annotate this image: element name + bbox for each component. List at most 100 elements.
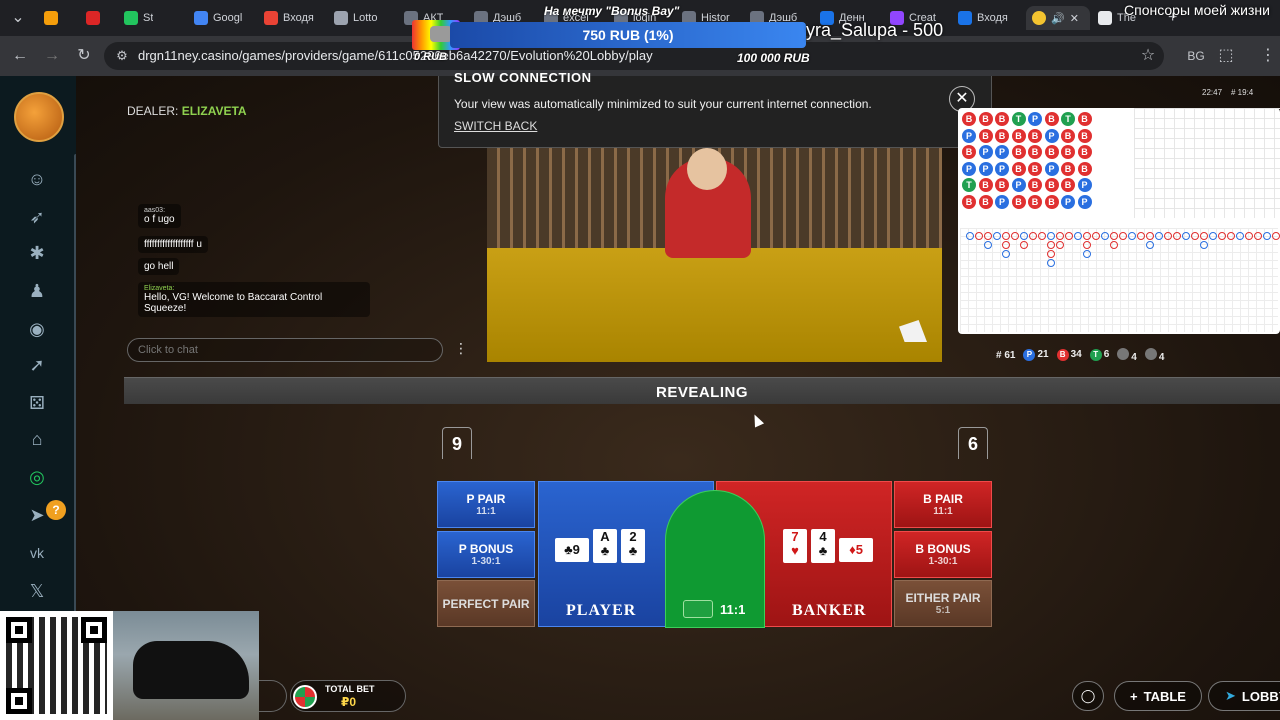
tab-2[interactable]: St	[124, 6, 153, 30]
bead-p: P	[962, 128, 976, 143]
tab-4[interactable]: Входя	[264, 6, 314, 30]
grenade-icon[interactable]: ◉	[24, 316, 50, 342]
chat-username: Elizaveta:	[144, 285, 175, 292]
lobby-button[interactable]: ➤ LOBBY	[1208, 681, 1280, 711]
bead-p: P	[1061, 194, 1075, 209]
tab-5[interactable]: Lotto	[334, 6, 377, 30]
chat-input[interactable]	[127, 338, 443, 362]
favicon-icon	[86, 11, 100, 25]
bead-p: P	[1077, 178, 1092, 192]
tab-active[interactable]: 🔊 ✕	[1026, 6, 1090, 30]
qr-eye	[6, 617, 32, 643]
road-ring	[1137, 232, 1145, 240]
clock: 22:47	[1202, 88, 1223, 97]
road-ring	[1002, 232, 1010, 240]
bookmark-star-icon[interactable]: ☆	[1136, 44, 1160, 68]
big-road	[960, 228, 1280, 332]
site-info-icon[interactable]: ⚙	[110, 44, 134, 68]
forward-icon[interactable]: →	[40, 44, 64, 68]
tab-search-icon[interactable]: ⌄	[6, 6, 30, 30]
bet-label: P PAIR	[466, 492, 506, 506]
smile-icon[interactable]: ☺	[24, 166, 50, 192]
switch-back-link[interactable]: SWITCH BACK	[454, 119, 537, 133]
bead-b: B	[978, 112, 993, 126]
shop-icon[interactable]: ⌂	[24, 426, 50, 452]
bead-p: P	[978, 145, 993, 159]
road-ring	[1155, 232, 1163, 240]
qr-eye	[81, 617, 107, 643]
dice-icon[interactable]: ⚄	[24, 390, 50, 416]
roadmap-panel[interactable]: BPBPTBBBPPBBBBPPBPTBBBPBPBBBBBBPBPBBTBBB…	[958, 108, 1280, 334]
chat-toggle-button[interactable]: ◯	[1072, 681, 1104, 711]
bead-t: T	[1011, 112, 1026, 126]
x-icon[interactable]: 𝕏	[24, 578, 50, 604]
bead-b: B	[1044, 145, 1059, 159]
user-icon[interactable]: ♟	[24, 278, 50, 304]
road-ring	[1011, 232, 1019, 240]
table-button[interactable]: + TABLE	[1114, 681, 1202, 711]
p-bonus-bet[interactable]: P BONUS 1-30:1	[437, 531, 535, 578]
casino-logo[interactable]	[14, 92, 64, 142]
road-ring	[1083, 232, 1091, 240]
b-bonus-bet[interactable]: B BONUS 1-30:1	[894, 531, 992, 578]
lobby-button-label: LOBBY	[1241, 688, 1280, 704]
banker-dot-icon: B	[1056, 349, 1069, 361]
road-ring	[1047, 250, 1055, 258]
p-pair-bet[interactable]: P PAIR 11:1	[437, 481, 535, 528]
vk-icon[interactable]: vk	[24, 540, 50, 566]
bead-b: B	[1028, 145, 1042, 159]
road-ring	[1272, 232, 1280, 240]
bet-label: B BONUS	[915, 542, 971, 556]
reload-icon[interactable]: ↻	[72, 44, 96, 68]
road-ring	[1191, 232, 1199, 240]
video-dealer-head	[687, 148, 727, 190]
chat-more-icon[interactable]: ⋮	[454, 340, 468, 357]
bead-b: B	[1028, 178, 1042, 192]
road-ring	[1047, 241, 1055, 249]
favicon-icon	[124, 11, 138, 25]
tie-bet[interactable]	[665, 490, 765, 628]
road-ring	[1002, 241, 1010, 249]
menu-icon[interactable]: ⋮	[1256, 44, 1280, 68]
bug-icon[interactable]: ✱	[24, 240, 50, 266]
b-pair-bet[interactable]: B PAIR 11:1	[894, 481, 992, 528]
extensions-puzzle-icon[interactable]: ⬚	[1214, 44, 1238, 68]
tab-1[interactable]	[86, 6, 100, 30]
launch-icon[interactable]: ➚	[24, 352, 50, 378]
chat-text: Hello, VG! Welcome to Baccarat Control S…	[144, 292, 323, 314]
sponsor-text: Спонсоры моей жизни	[1124, 2, 1270, 18]
road-ring	[1110, 241, 1118, 249]
live-video[interactable]	[487, 148, 942, 362]
tab-14[interactable]: Входя	[958, 6, 1008, 30]
tab-label: St	[143, 12, 154, 24]
tab-0[interactable]	[44, 6, 58, 30]
either-pair-bet[interactable]: EITHER PAIR 5:1	[894, 580, 992, 627]
road-ring	[1092, 232, 1100, 240]
extension-icon[interactable]: BG	[1184, 44, 1208, 68]
support-icon[interactable]: ◎	[24, 464, 50, 490]
bead-b: B	[962, 112, 976, 126]
bead-b: B	[978, 194, 993, 209]
back-icon[interactable]: ←	[8, 44, 32, 68]
road-grid	[1134, 108, 1280, 218]
road-ring	[1146, 241, 1154, 249]
close-tab-icon[interactable]: ✕	[1070, 12, 1079, 25]
banker-card-1: 7 ♥	[783, 529, 807, 563]
tab-label: Googl	[213, 12, 243, 24]
rocket-icon[interactable]: ➶	[24, 204, 50, 230]
donation-max: 100 000 RUB	[737, 51, 810, 65]
bead-p: P	[962, 161, 976, 176]
perfect-pair-bet[interactable]: PERFECT PAIR	[437, 580, 535, 627]
road-ring	[993, 232, 1001, 240]
road-ring	[1047, 259, 1055, 267]
tab-label: Входя	[283, 12, 314, 24]
bead-b: B	[1077, 145, 1092, 159]
bead-p: P	[1077, 194, 1092, 209]
donation-goal-title: На мечту "Bonus Bay"	[544, 4, 680, 18]
bead-b: B	[1011, 145, 1026, 159]
casino-favicon-icon	[1032, 11, 1046, 25]
tab-3[interactable]: Googl	[194, 6, 242, 30]
car-body	[133, 641, 249, 699]
help-badge[interactable]: ?	[46, 500, 66, 520]
road-ring	[1164, 232, 1172, 240]
